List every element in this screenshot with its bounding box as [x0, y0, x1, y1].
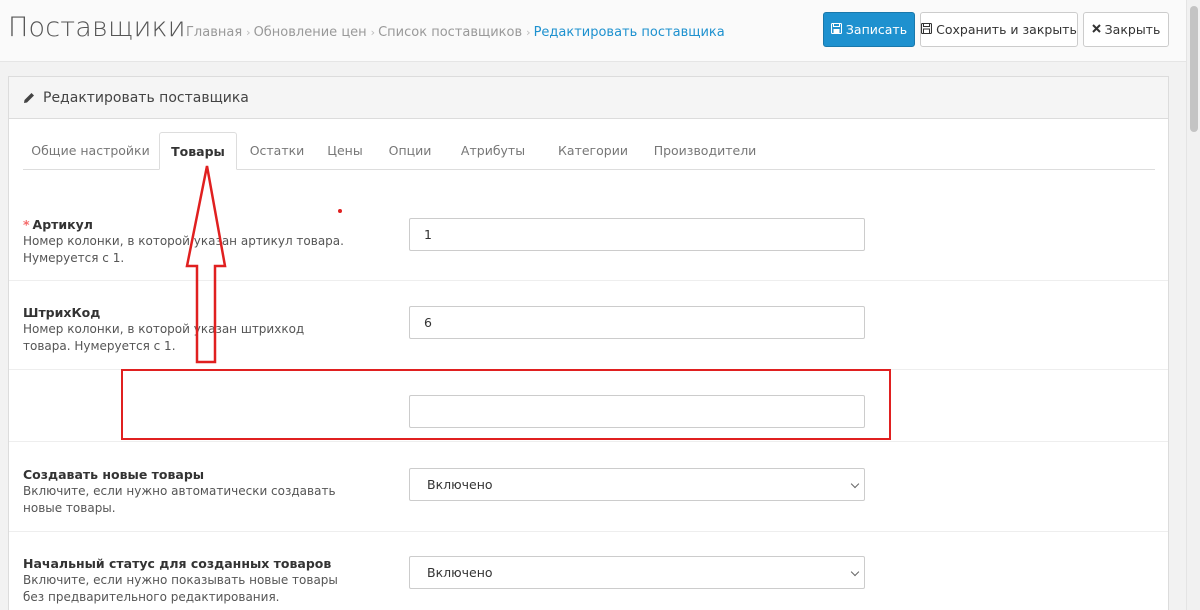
- panel-heading: Редактировать поставщика: [9, 77, 1168, 119]
- field-help-create-products: Включите, если нужно автоматически созда…: [23, 484, 336, 515]
- chevron-down-icon: [850, 567, 860, 577]
- required-mark: *: [23, 217, 30, 232]
- breadcrumb-supplier-list[interactable]: Список поставщиков: [378, 25, 522, 40]
- scrollbar-thumb[interactable]: [1190, 6, 1198, 132]
- tab-options[interactable]: Опции: [378, 132, 442, 170]
- panel-title: Редактировать поставщика: [43, 89, 249, 106]
- tab-attributes[interactable]: Атрибуты: [446, 132, 540, 170]
- chevron-down-icon: [850, 479, 860, 489]
- annotation-dot: [338, 209, 342, 213]
- page-header: Поставщики Главная › Обновление цен › Список…: [0, 0, 1186, 62]
- annotation-highlight-box: [121, 369, 891, 440]
- create-products-select-value: Включено: [427, 477, 493, 492]
- page-scrollbar[interactable]: [1186, 0, 1200, 610]
- save-and-close-label: Сохранить и закрыть: [936, 22, 1077, 37]
- field-label-barcode: ШтрихКод: [23, 305, 101, 320]
- field-help-initial-status: Включите, если нужно показывать новые то…: [23, 573, 338, 604]
- tab-stock[interactable]: Остатки: [242, 132, 312, 170]
- form-row-create-products: Создавать новые товары Включите, если ну…: [9, 442, 1168, 532]
- field-label-create-products: Создавать новые товары: [23, 467, 205, 482]
- pencil-icon: [23, 92, 35, 104]
- save-button-label: Записать: [845, 22, 908, 37]
- tab-prices[interactable]: Цены: [316, 132, 374, 170]
- tab-manufacturers[interactable]: Производители: [646, 132, 764, 170]
- floppy-icon: [830, 22, 842, 37]
- create-products-select[interactable]: Включено: [409, 468, 865, 501]
- close-button-label: Закрыть: [1104, 22, 1161, 37]
- tab-general-settings[interactable]: Общие настройки: [23, 132, 158, 170]
- article-input[interactable]: 1: [409, 218, 865, 251]
- floppy-icon: [921, 22, 933, 37]
- field-label-article-text: Артикул: [32, 217, 93, 232]
- form-row-initial-status: Начальный статус для созданных товаров В…: [9, 532, 1168, 610]
- breadcrumb-price-update[interactable]: Обновление цен: [254, 25, 367, 40]
- close-icon: [1091, 23, 1101, 36]
- breadcrumb: Главная › Обновление цен › Список поставщико…: [186, 25, 725, 40]
- breadcrumb-separator: ›: [526, 26, 531, 39]
- tab-categories[interactable]: Категории: [544, 132, 642, 170]
- initial-status-select[interactable]: Включено: [409, 556, 865, 589]
- breadcrumb-edit-supplier[interactable]: Редактировать поставщика: [534, 25, 725, 40]
- field-label-article: * Артикул: [23, 217, 93, 232]
- initial-status-select-value: Включено: [427, 565, 493, 580]
- breadcrumb-separator: ›: [246, 26, 251, 39]
- field-label-initial-status: Начальный статус для созданных товаров: [23, 556, 332, 571]
- close-button[interactable]: Закрыть: [1083, 12, 1169, 47]
- barcode-input[interactable]: 6: [409, 306, 865, 339]
- breadcrumb-home[interactable]: Главная: [186, 25, 242, 40]
- save-button[interactable]: Записать: [823, 12, 915, 47]
- annotation-arrow-up-icon: [185, 165, 227, 364]
- breadcrumb-separator: ›: [370, 26, 376, 39]
- page-title: Поставщики: [8, 12, 186, 43]
- save-and-close-button[interactable]: Сохранить и закрыть: [920, 12, 1078, 47]
